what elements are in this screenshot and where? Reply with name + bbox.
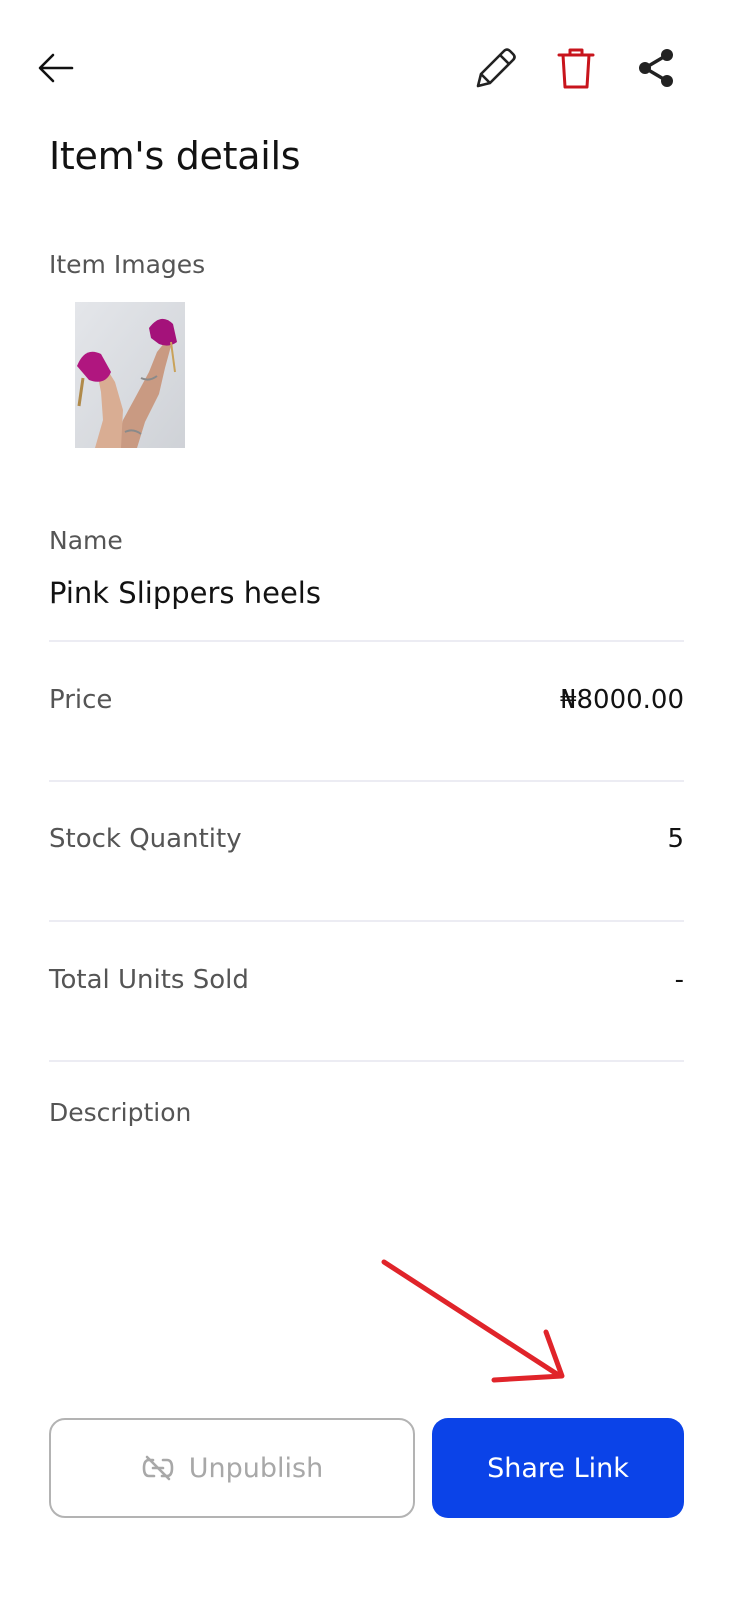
unpublish-button[interactable]: Unpublish	[49, 1418, 415, 1518]
unpublish-label: Unpublish	[188, 1452, 324, 1484]
top-bar	[0, 0, 733, 140]
share-icon	[639, 49, 673, 87]
arrow-left-icon	[38, 53, 74, 83]
delete-button[interactable]	[548, 40, 604, 96]
share-link-label: Share Link	[487, 1452, 629, 1484]
item-image-thumbnail[interactable]	[75, 302, 185, 448]
price-row: Price ₦8000.00	[49, 678, 684, 722]
divider	[49, 780, 684, 782]
stock-row: Stock Quantity 5	[49, 817, 684, 861]
back-button[interactable]	[28, 40, 84, 96]
price-label: Price	[49, 685, 113, 715]
stock-quantity-value: 5	[667, 824, 684, 854]
item-name: Pink Slippers heels	[49, 576, 321, 610]
divider	[49, 1060, 684, 1062]
divider	[49, 920, 684, 922]
divider	[49, 640, 684, 642]
description-label: Description	[49, 1098, 192, 1127]
edit-button[interactable]	[468, 40, 524, 96]
share-button[interactable]	[628, 40, 684, 96]
unlink-icon	[142, 1455, 174, 1481]
pencil-icon	[476, 48, 516, 88]
item-images-label: Item Images	[49, 250, 206, 279]
page-title: Item's details	[49, 134, 301, 178]
total-units-sold-label: Total Units Sold	[49, 965, 249, 995]
total-units-sold-value: -	[674, 965, 684, 995]
annotation-arrow-icon	[381, 1259, 565, 1383]
name-label: Name	[49, 526, 123, 555]
share-link-button[interactable]: Share Link	[432, 1418, 684, 1518]
units-sold-row: Total Units Sold -	[49, 958, 684, 1002]
trash-icon	[557, 48, 595, 89]
price-value: ₦8000.00	[559, 685, 684, 715]
stock-quantity-label: Stock Quantity	[49, 824, 242, 854]
